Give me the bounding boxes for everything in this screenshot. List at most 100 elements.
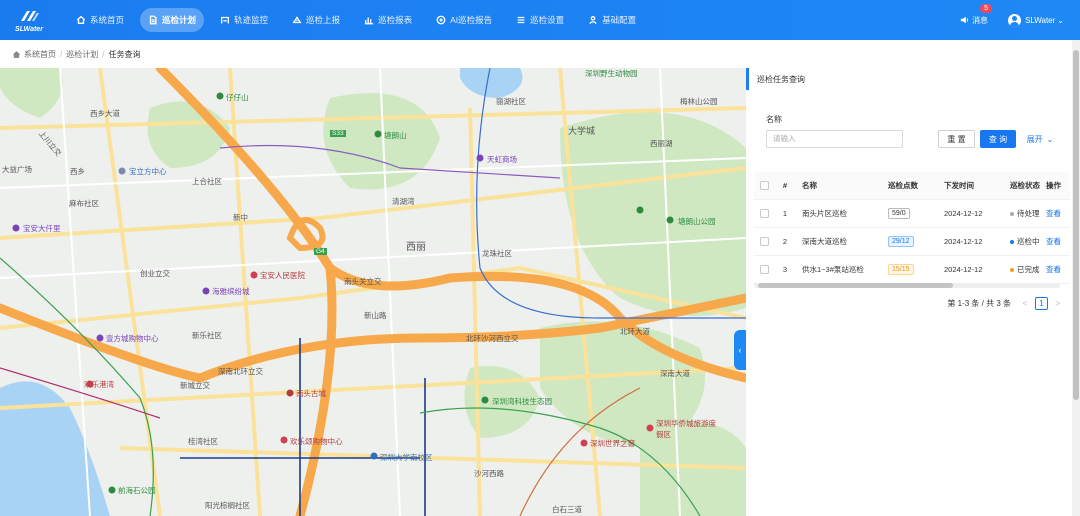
name-label: 名称	[766, 115, 782, 124]
status-dot	[1010, 240, 1014, 245]
map-label: 新中	[233, 213, 248, 222]
status-text: 巡检中	[1017, 237, 1040, 246]
map-label: 丽湖社区	[496, 97, 526, 106]
row-time: 2024-12-12	[944, 209, 983, 218]
select-all-checkbox[interactable]	[759, 181, 769, 190]
map-label: 麻布社区	[69, 199, 99, 208]
scrollbar-thumb[interactable]	[758, 283, 953, 288]
table-row[interactable]: 1 南头片区巡检 59/0 2024-12-12 待处理 查看	[754, 200, 1070, 228]
avatar	[1008, 13, 1022, 27]
row-checkbox[interactable]	[759, 209, 769, 218]
map-label: 壹方城购物中心	[106, 334, 159, 343]
query-button[interactable]: 查 询	[980, 130, 1016, 148]
map-label: 海雅缤纷城	[212, 287, 250, 296]
task-query-panel: 巡检任务查询 名称 请输入 重 置 查 询 展开 ⌄ # 名称 巡检点数 下发时…	[746, 68, 1072, 516]
points-tag: 29/12	[888, 236, 914, 247]
map-label: 深圳大学南校区	[380, 453, 433, 462]
top-navbar: SLWater 系统首页 巡检计划 轨迹监控 巡检上报 巡检报表 AI巡检报告	[0, 0, 1080, 40]
nav-ai-report[interactable]: AI巡检报告	[428, 8, 500, 32]
breadcrumb-current: 任务查询	[108, 49, 141, 59]
message-label: 消息	[972, 15, 989, 25]
map-label: 西丽	[406, 242, 426, 253]
map-label: 桂湾社区	[188, 437, 218, 446]
chart-icon	[364, 17, 374, 25]
map-label: 阳光棕榈社区	[205, 501, 250, 510]
nav-report[interactable]: 巡检上报	[284, 8, 348, 32]
chevron-down-icon: ⌄	[1057, 15, 1064, 25]
page-number[interactable]: 1	[1035, 297, 1048, 310]
message-count-badge: 5	[980, 3, 992, 13]
name-input[interactable]: 请输入	[766, 130, 903, 148]
map-label: 沙河西路	[474, 469, 504, 478]
prev-page-button[interactable]: <	[1019, 299, 1031, 308]
user-menu[interactable]: SLWater ⌄	[1008, 13, 1064, 27]
map-label: 深南北环立交	[218, 367, 263, 376]
nav-base-config[interactable]: 基础配置	[580, 8, 644, 32]
reset-button[interactable]: 重 置	[938, 130, 975, 148]
row-checkbox[interactable]	[759, 265, 769, 274]
map-label: 宝安人民医院	[260, 271, 305, 280]
next-page-button[interactable]: >	[1052, 299, 1064, 308]
table-row[interactable]: 3 供水1~3#泵站巡检 15/15 2024-12-12 已完成 查看	[754, 256, 1070, 284]
main-nav: 系统首页 巡检计划 轨迹监控 巡检上报 巡检报表 AI巡检报告 巡检设置 基础配…	[68, 8, 652, 32]
map-label: 宝安大仟里	[23, 224, 61, 233]
map-label: 白石三道	[552, 505, 582, 514]
pagination-summary: 第 1-3 条 / 共 3 条	[947, 299, 1011, 308]
column-header: 下发时间	[944, 181, 974, 190]
nav-home[interactable]: 系统首页	[68, 8, 132, 32]
map-label: 天虹商场	[487, 155, 517, 164]
map-label: G4	[314, 248, 327, 255]
page-vertical-scrollbar[interactable]	[1072, 40, 1080, 516]
task-table: # 名称 巡检点数 下发时间 巡检状态 操作 1 南头片区巡检 59/0 202…	[754, 172, 1070, 284]
view-link[interactable]: 查看	[1042, 264, 1066, 275]
map-label: 龙珠社区	[482, 249, 512, 258]
column-header: #	[782, 181, 788, 190]
panel-collapse-button[interactable]: ‹	[734, 330, 746, 370]
breadcrumb: 系统首页 / 巡检计划 / 任务查询	[0, 40, 1080, 68]
nav-plan[interactable]: 巡检计划	[140, 8, 205, 32]
view-link[interactable]: 查看	[1042, 236, 1066, 247]
map-label: 西乡大道	[90, 109, 120, 118]
row-number: 3	[782, 265, 788, 274]
column-header: 名称	[802, 181, 817, 190]
user-name: SLWater	[1025, 15, 1056, 25]
map-label: 北环沙河西立交	[466, 334, 519, 343]
row-time: 2024-12-12	[944, 265, 983, 274]
speaker-icon	[960, 16, 969, 24]
nav-base-config-label: 基础配置	[602, 15, 637, 25]
scrollbar-thumb[interactable]	[1073, 50, 1079, 400]
row-checkbox[interactable]	[759, 237, 769, 246]
chevron-left-icon: ‹	[738, 345, 742, 355]
map-label: 大益广场	[2, 165, 32, 174]
nav-track[interactable]: 轨迹监控	[212, 8, 276, 32]
app-logo[interactable]: SLWater	[0, 0, 58, 40]
map-label: 欢乐颂购物中心	[290, 437, 343, 446]
status-dot	[1010, 268, 1014, 273]
row-name: 南头片区巡检	[802, 209, 847, 218]
home-icon	[12, 50, 21, 58]
points-tag: 59/0	[888, 208, 910, 219]
expand-button[interactable]: 展开 ⌄	[1020, 130, 1060, 148]
nav-ai-report-label: AI巡检报告	[450, 15, 493, 25]
view-link[interactable]: 查看	[1042, 208, 1066, 219]
nav-track-label: 轨迹监控	[234, 15, 269, 25]
document-icon	[149, 15, 157, 25]
map-label: 大学城	[568, 126, 596, 136]
ai-icon	[436, 15, 446, 25]
map-label: 塘朗山公园	[678, 217, 716, 226]
map-label: 南头关立交	[344, 277, 382, 286]
row-number: 2	[782, 237, 788, 246]
map-label: 新山路	[364, 311, 387, 320]
map-label: 新乐社区	[192, 331, 222, 340]
expand-label: 展开	[1026, 134, 1043, 144]
nav-statistics[interactable]: 巡检报表	[356, 8, 420, 32]
breadcrumb-level2[interactable]: 巡检计划	[66, 49, 98, 60]
panel-title: 巡检任务查询	[746, 68, 1072, 90]
map-view[interactable]: 西乡大道 上川立交 大益广场 西乡 宝立方中心 上合社区 麻布社区 新中 宝安大…	[0, 68, 746, 516]
table-row[interactable]: 2 深南大道巡检 29/12 2024-12-12 巡检中 查看	[754, 228, 1070, 256]
table-horizontal-scrollbar[interactable]	[754, 283, 1060, 288]
nav-settings[interactable]: 巡检设置	[508, 8, 572, 32]
message-button[interactable]: 消息 5	[960, 3, 992, 26]
breadcrumb-home[interactable]: 系统首页	[24, 49, 56, 60]
map-label: 深圳湾科技生态园	[492, 397, 552, 406]
